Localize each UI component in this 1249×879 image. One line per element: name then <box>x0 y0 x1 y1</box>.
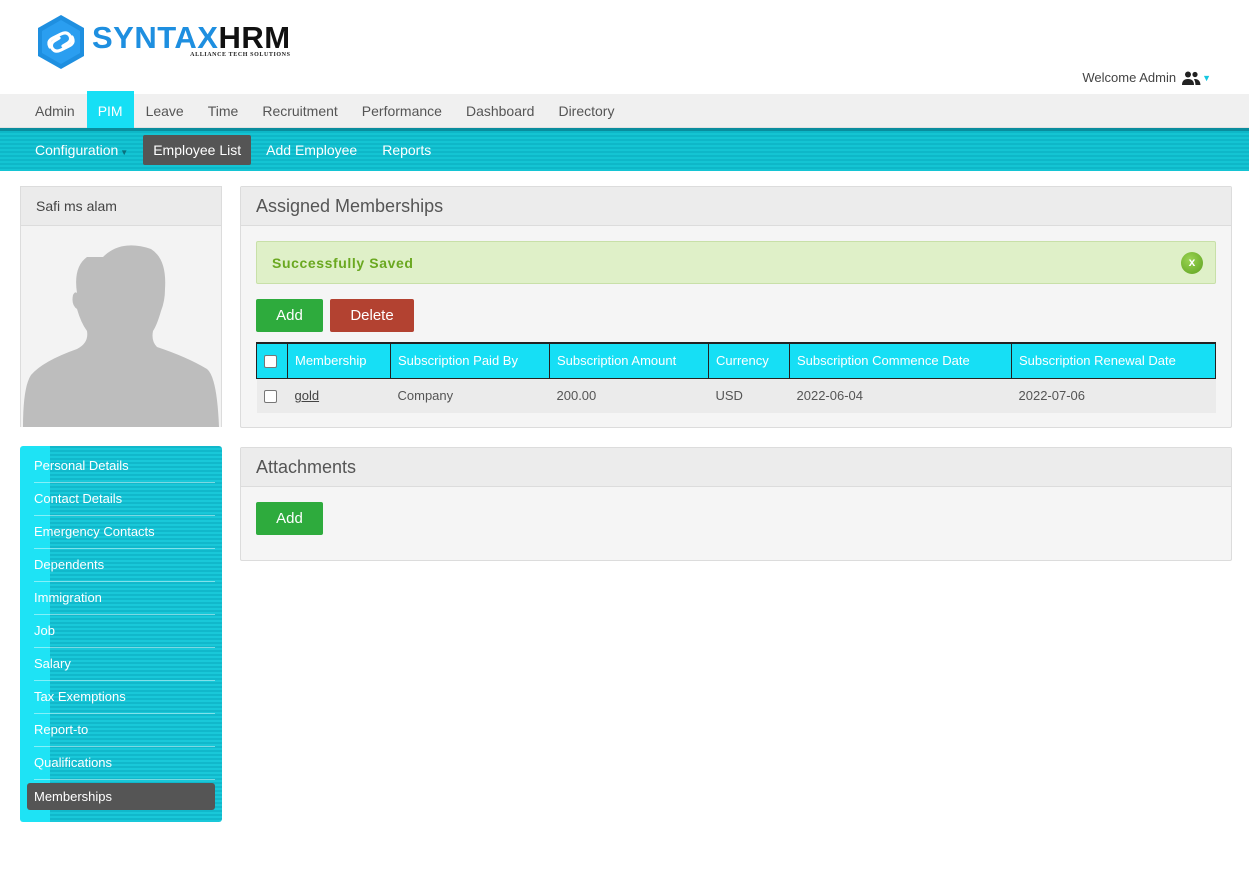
side-menu-memberships[interactable]: Memberships <box>27 783 215 810</box>
side-menu-tax-exemptions[interactable]: Tax Exemptions <box>27 683 215 716</box>
employee-profile-card: Safi ms alam <box>20 186 222 427</box>
employee-name: Safi ms alam <box>21 187 221 226</box>
side-menu-personal-details[interactable]: Personal Details <box>27 452 215 485</box>
column-membership[interactable]: Membership <box>287 342 391 379</box>
assigned-memberships-title: Assigned Memberships <box>241 187 1231 226</box>
add-attachment-button[interactable]: Add <box>256 502 323 535</box>
nav-leave[interactable]: Leave <box>134 94 196 128</box>
delete-membership-button[interactable]: Delete <box>330 299 414 332</box>
column-amount[interactable]: Subscription Amount <box>549 342 709 379</box>
main-nav: Admin PIM Leave Time Recruitment Perform… <box>0 91 1249 129</box>
select-all-checkbox[interactable] <box>264 355 277 369</box>
select-all-cell <box>256 342 288 379</box>
logo-name-part2: HRM <box>218 20 291 55</box>
paid-by-cell: Company <box>390 378 550 413</box>
attachments-title: Attachments <box>241 448 1231 487</box>
nav-time[interactable]: Time <box>196 94 251 128</box>
nav-admin[interactable]: Admin <box>23 94 87 128</box>
row-select-cell <box>256 378 288 413</box>
employee-side-menu: Personal Details Contact Details Emergen… <box>20 446 222 822</box>
success-alert-text: Successfully Saved <box>272 255 414 271</box>
column-renewal-date[interactable]: Subscription Renewal Date <box>1011 342 1216 379</box>
avatar-silhouette-icon[interactable] <box>21 227 221 427</box>
caret-down-icon: ▼ <box>1202 72 1211 83</box>
logo-tagline: ALLIANCE TECH SOLUTIONS <box>190 52 291 58</box>
nav-performance[interactable]: Performance <box>350 94 454 128</box>
success-alert: Successfully Saved x <box>256 241 1216 284</box>
welcome-menu[interactable]: Welcome Admin ▼ <box>1082 70 1211 85</box>
side-menu-report-to[interactable]: Report-to <box>27 716 215 749</box>
welcome-text: Welcome Admin <box>1082 70 1177 85</box>
side-menu-salary[interactable]: Salary <box>27 650 215 683</box>
side-menu-qualifications[interactable]: Qualifications <box>27 749 215 782</box>
attachments-panel: Attachments Add <box>240 447 1232 561</box>
users-icon <box>1182 71 1201 85</box>
table-header-row: Membership Subscription Paid By Subscrip… <box>256 342 1216 379</box>
side-menu-dependents[interactable]: Dependents <box>27 551 215 584</box>
column-paid-by[interactable]: Subscription Paid By <box>390 342 550 379</box>
sub-nav: Configuration ▼ Employee List Add Employe… <box>0 128 1249 171</box>
side-menu-emergency-contacts[interactable]: Emergency Contacts <box>27 518 215 551</box>
memberships-table: Membership Subscription Paid By Subscrip… <box>256 342 1216 413</box>
amount-cell: 200.00 <box>549 378 709 413</box>
nav-pim[interactable]: PIM <box>86 91 134 129</box>
subnav-employee-list[interactable]: Employee List <box>143 135 252 165</box>
subnav-configuration[interactable]: Configuration ▼ <box>25 135 138 165</box>
assigned-memberships-panel: Assigned Memberships Successfully Saved … <box>240 186 1232 428</box>
side-menu-contact-details[interactable]: Contact Details <box>27 485 215 518</box>
currency-cell: USD <box>708 378 790 413</box>
subnav-reports[interactable]: Reports <box>372 135 441 165</box>
renewal-date-cell: 2022-07-06 <box>1011 378 1216 413</box>
header: SYNTAXHRM ALLIANCE TECH SOLUTIONS Welcom… <box>0 0 1249 94</box>
logo-name-part1: SYNTAX <box>92 20 219 55</box>
side-menu-immigration[interactable]: Immigration <box>27 584 215 617</box>
nav-recruitment[interactable]: Recruitment <box>250 94 349 128</box>
nav-dashboard[interactable]: Dashboard <box>454 94 547 128</box>
commence-date-cell: 2022-06-04 <box>789 378 1012 413</box>
nav-directory[interactable]: Directory <box>546 94 626 128</box>
logo[interactable]: SYNTAXHRM ALLIANCE TECH SOLUTIONS <box>36 14 291 70</box>
side-menu-job[interactable]: Job <box>27 617 215 650</box>
close-alert-icon[interactable]: x <box>1181 252 1203 274</box>
row-checkbox[interactable] <box>263 390 277 404</box>
add-membership-button[interactable]: Add <box>256 299 323 332</box>
column-commence-date[interactable]: Subscription Commence Date <box>789 342 1012 379</box>
subnav-add-employee[interactable]: Add Employee <box>256 135 367 165</box>
table-row: gold Company 200.00 USD 2022-06-04 2022-… <box>256 378 1216 413</box>
column-currency[interactable]: Currency <box>708 342 790 379</box>
dropdown-arrow-icon: ▼ <box>120 148 129 157</box>
membership-link[interactable]: gold <box>295 388 320 403</box>
logo-hex-icon <box>38 15 84 69</box>
logo-wordmark: SYNTAXHRM ALLIANCE TECH SOLUTIONS <box>92 20 291 59</box>
membership-cell: gold <box>287 378 391 413</box>
subnav-configuration-label: Configuration <box>35 142 119 158</box>
